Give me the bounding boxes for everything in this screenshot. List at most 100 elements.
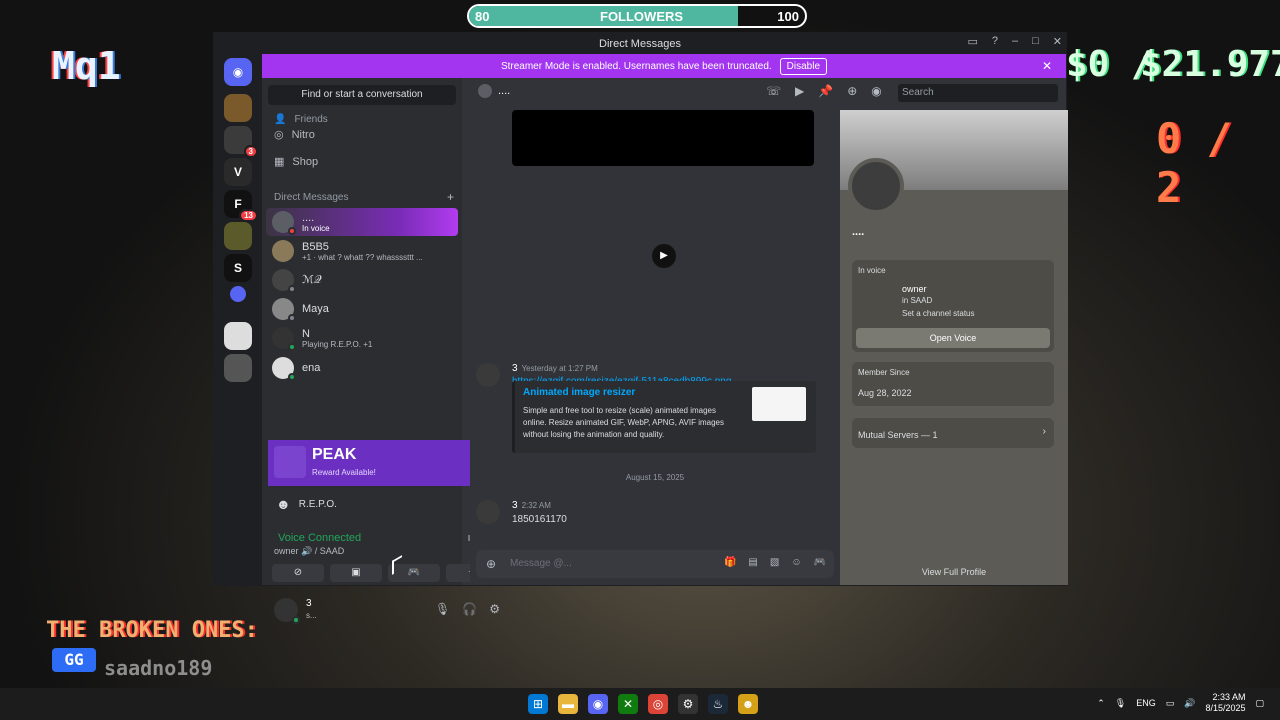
close-icon[interactable]: ✕ <box>1042 59 1052 73</box>
add-friends-icon[interactable]: ⊕ <box>847 84 857 98</box>
headphones-icon[interactable]: 🎧 <box>462 602 477 616</box>
avatar[interactable] <box>476 363 500 387</box>
link-embed: Animated image resizer Simple and free t… <box>512 381 816 453</box>
volume-icon[interactable]: 🔊 <box>1184 698 1195 709</box>
repo-game-icon: ☻ <box>276 496 291 512</box>
avatar[interactable] <box>848 158 904 214</box>
profile-panel: .... In voice owner in SAAD Set a channe… <box>840 110 1068 585</box>
clock[interactable]: 2:33 AM 8/15/2025 <box>1205 692 1245 714</box>
discord-home-icon[interactable]: ◉ <box>224 58 252 86</box>
friends-icon: 👤 <box>274 114 287 125</box>
chat-recipient: .... <box>498 85 511 97</box>
message-composer[interactable]: ⊕ Message @... 🎁 ▤ ▧ ☺ 🎮 <box>476 550 834 578</box>
maximize-icon[interactable]: □ <box>1032 35 1039 48</box>
in-voice-card: In voice owner in SAAD Set a channel sta… <box>852 260 1054 352</box>
channel-status[interactable]: Set a channel status <box>902 309 975 318</box>
minimize-icon[interactable]: – <box>1012 35 1018 48</box>
dm-item[interactable]: ℳ𝒬 <box>266 266 458 294</box>
camera-off-button[interactable]: ⊘ <box>272 564 324 582</box>
avatar[interactable] <box>476 500 500 524</box>
avatar[interactable] <box>274 598 300 624</box>
xbox-icon[interactable]: ✕ <box>618 694 638 714</box>
inbox-icon[interactable]: ▭ <box>967 35 977 48</box>
embed-title[interactable]: Animated image resizer <box>523 387 635 398</box>
peak-subtitle: Reward Available! <box>312 468 376 477</box>
search-input[interactable]: Search <box>898 84 1058 102</box>
network-icon[interactable]: ▭ <box>1166 698 1175 709</box>
discord-window: Direct Messages ▭ ? – □ ✕ ◉ 3 V F 13 S St… <box>213 32 1068 624</box>
game-icon[interactable]: ☻ <box>738 694 758 714</box>
chevron-up-icon[interactable]: ⌃ <box>1097 698 1105 709</box>
window-title: Direct Messages <box>599 37 681 50</box>
peak-title: PEAK <box>312 446 357 463</box>
followers-current: 80 <box>475 9 490 24</box>
settings-icon[interactable]: ⚙ <box>489 602 500 616</box>
server-icon[interactable] <box>224 222 252 250</box>
system-tray: ⌃ 🎙 ENG ▭ 🔊 2:33 AM 8/15/2025 ▢ <box>1097 692 1264 714</box>
disable-button[interactable]: Disable <box>779 57 828 75</box>
add-dm-icon[interactable]: + <box>447 190 454 204</box>
voice-channel-name[interactable]: owner <box>902 284 927 294</box>
notification-icon[interactable]: ▢ <box>1255 698 1264 709</box>
user-profile-icon[interactable]: ◉ <box>871 84 881 98</box>
close-icon[interactable]: ✕ <box>1053 35 1062 48</box>
mutual-servers-row[interactable]: Mutual Servers — 1 › <box>852 418 1054 448</box>
dm-item[interactable]: B5B5 +1 · what ? whatt ?? whassssttt ... <box>266 237 458 265</box>
message-input[interactable]: Message @... <box>510 558 572 569</box>
add-attachment-icon[interactable]: ⊕ <box>486 557 496 571</box>
dm-item[interactable]: N Playing R.E.P.O. +1 <box>266 324 458 352</box>
apps-icon[interactable]: 🎮 <box>814 557 826 568</box>
chrome-icon[interactable]: ◎ <box>648 694 668 714</box>
server-icon[interactable] <box>230 286 246 302</box>
video-call-icon[interactable]: ▶ <box>795 84 804 98</box>
call-icon[interactable]: ☏ <box>766 84 781 98</box>
sidebar-item-shop[interactable]: ▦ Shop <box>274 155 318 169</box>
sidebar-item-friends[interactable]: 👤 Friends <box>274 114 328 125</box>
embed-thumbnail[interactable] <box>752 387 806 421</box>
avatar <box>478 84 492 98</box>
gif-icon[interactable]: ▤ <box>748 557 757 568</box>
start-icon[interactable]: ⊞ <box>528 694 548 714</box>
dm-item[interactable]: Maya <box>266 295 458 323</box>
play-icon[interactable]: ▶ <box>652 244 676 268</box>
microphone-icon[interactable]: 🎙 <box>435 602 450 616</box>
server-icon[interactable] <box>224 94 252 122</box>
pin-icon[interactable]: 📌 <box>818 84 833 98</box>
language-indicator[interactable]: ENG <box>1136 698 1156 708</box>
gift-icon[interactable]: 🎁 <box>724 557 736 568</box>
banner-text: Streamer Mode is enabled. Usernames have… <box>500 60 772 72</box>
steam-icon[interactable]: ♨ <box>708 694 728 714</box>
date-divider: August 15, 2025 <box>625 473 685 482</box>
emoji-icon[interactable]: ☺ <box>791 557 801 568</box>
overlay-money-b: $21.977 <box>1140 44 1280 85</box>
avatar <box>272 327 296 351</box>
voice-channel-label: owner 🔊 / SAAD <box>274 546 345 556</box>
server-icon[interactable] <box>224 322 252 350</box>
server-icon[interactable]: V <box>224 158 252 186</box>
find-conversation-button[interactable]: Find or start a conversation <box>268 85 456 105</box>
sidebar-item-nitro[interactable]: ◎ Nitro <box>274 128 315 142</box>
server-icon[interactable]: S <box>224 254 252 282</box>
dm-item[interactable]: ena <box>266 354 458 382</box>
video-attachment[interactable] <box>512 110 814 166</box>
discord-taskbar-icon[interactable]: ◉ <box>588 694 608 714</box>
file-explorer-icon[interactable]: ▬ <box>558 694 578 714</box>
open-voice-button[interactable]: Open Voice <box>856 328 1050 348</box>
dm-item[interactable]: .... In voice <box>266 208 458 236</box>
shop-icon: ▦ <box>274 156 285 168</box>
server-icon[interactable]: 3 <box>224 126 258 158</box>
dm-sidebar: Find or start a conversation 👤 Friends ◎ N… <box>262 78 506 624</box>
view-full-profile-link[interactable]: View Full Profile <box>840 567 1068 577</box>
overlay-left-text: Mq1 <box>52 44 121 88</box>
share-screen-button[interactable]: ▣ <box>330 564 382 582</box>
avatar <box>272 357 296 381</box>
mic-tray-icon[interactable]: 🎙 <box>1115 698 1126 709</box>
app-icon[interactable]: ⚙ <box>678 694 698 714</box>
help-icon[interactable]: ? <box>992 35 998 48</box>
member-since-card: Member Since Aug 28, 2022 <box>852 362 1054 406</box>
chat-area: .... ▶ 3Yesterday at 1:27 PM https://ezg… <box>470 78 840 585</box>
message-text: 1850161170 <box>512 514 567 525</box>
sticker-icon[interactable]: ▧ <box>770 557 779 568</box>
server-icon[interactable] <box>224 354 252 382</box>
server-icon[interactable]: F 13 <box>224 190 258 222</box>
